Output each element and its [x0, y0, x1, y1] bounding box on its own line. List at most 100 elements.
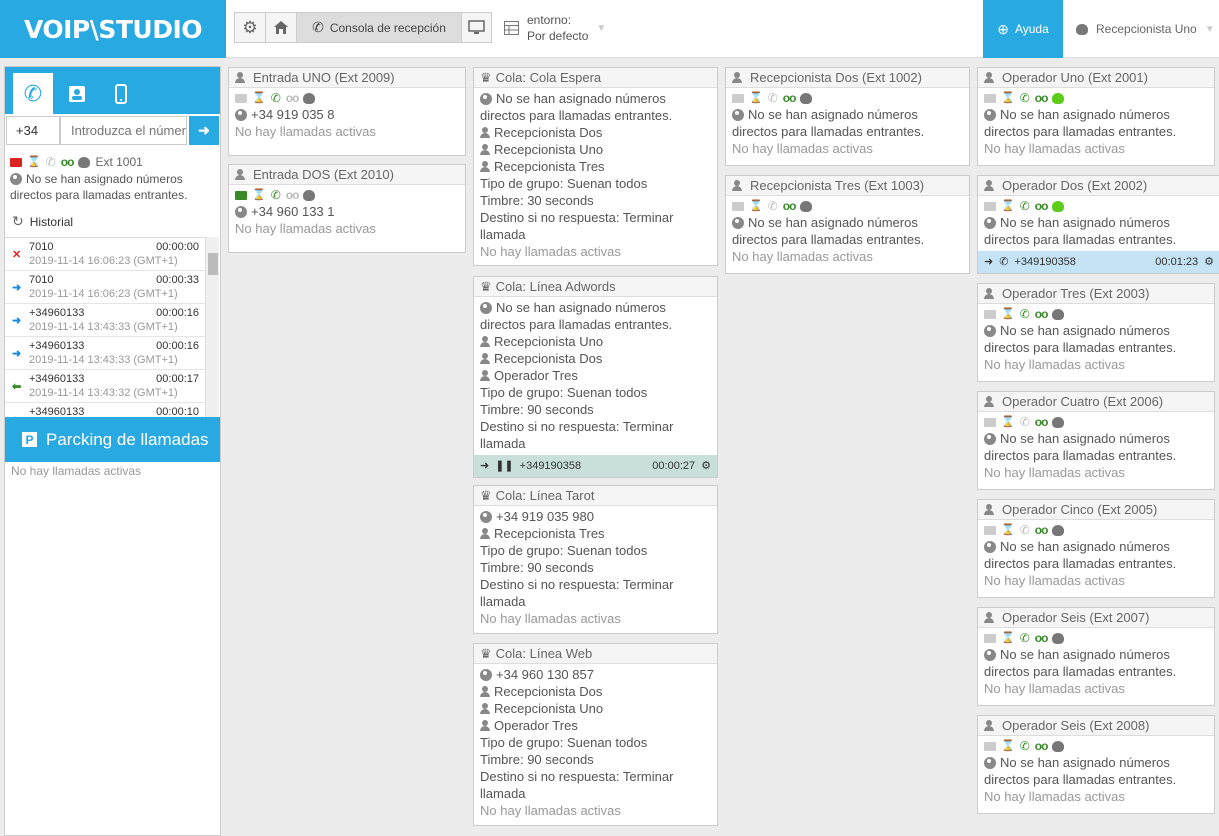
no-numbers-text: No se han asignado números directos para… [732, 215, 925, 247]
hourglass-icon[interactable]: ⌛ [27, 156, 41, 168]
extension-card[interactable]: Operador Uno (Ext 2001) ⌛ ✆ oo No se han a… [977, 67, 1215, 166]
mail-icon[interactable] [984, 741, 996, 751]
ring-time: Timbre: 90 seconds [480, 560, 594, 575]
tab-mobile[interactable] [101, 73, 141, 114]
call-forward-icon[interactable]: ✆ [768, 198, 778, 215]
mail-icon[interactable] [732, 201, 744, 211]
call-forward-icon[interactable]: ✆ [1020, 90, 1030, 107]
extension-card[interactable]: Operador Cuatro (Ext 2006) ⌛ ✆ oo No se ha… [977, 391, 1215, 490]
mail-icon[interactable] [984, 93, 996, 103]
queue-member: Recepcionista Dos [494, 125, 603, 140]
extension-card[interactable]: Entrada UNO (Ext 2009) ⌛ ✆ oo +34 919 035 … [228, 67, 466, 156]
queue-card[interactable]: ♛ Cola: Línea Tarot +34 919 035 980 Recep… [473, 485, 718, 634]
voicemail-icon[interactable]: oo [1035, 630, 1049, 647]
hourglass-icon[interactable]: ⌛ [1001, 308, 1015, 320]
voicemail-icon[interactable]: oo [1035, 738, 1049, 755]
call-forward-icon[interactable]: ✆ [271, 90, 281, 107]
voicemail-icon[interactable]: oo [783, 90, 797, 107]
history-row[interactable]: ⬅ +34960133 00:00:17 2019-11-14 13:43:32 (G… [5, 370, 205, 403]
history-row[interactable]: ➜ 7010 00:00:33 2019-11-14 16:06:23 (GMT+1) [5, 271, 205, 304]
hourglass-icon[interactable]: ⌛ [1001, 632, 1015, 644]
mail-icon[interactable] [235, 93, 247, 103]
settings-button[interactable]: ⚙ [234, 12, 266, 43]
tab-phone[interactable]: ✆ [13, 73, 53, 114]
call-forward-icon[interactable]: ✆ [1020, 738, 1030, 755]
call-forward-icon[interactable]: ✆ [1020, 630, 1030, 647]
hourglass-icon[interactable]: ⌛ [1001, 200, 1015, 212]
voicemail-icon[interactable]: oo [1035, 414, 1049, 431]
mail-icon[interactable] [732, 93, 744, 103]
environment-selector[interactable]: entorno: Por defecto ▼ [504, 12, 606, 44]
history-row[interactable]: ➜ +34960133 00:00:16 2019-11-14 13:43:33 (G… [5, 304, 205, 337]
gear-icon: ⚙ [242, 17, 258, 37]
outgoing-call-icon: ➜ [12, 348, 22, 360]
call-forward-icon[interactable]: ✆ [1020, 306, 1030, 323]
gear-icon[interactable]: ⚙ [1204, 254, 1214, 271]
extension-card[interactable]: Recepcionista Dos (Ext 1002) ⌛ ✆ oo No se … [725, 67, 970, 166]
country-code-select[interactable]: +34 [6, 116, 60, 145]
hourglass-icon[interactable]: ⌛ [1001, 740, 1015, 752]
extension-card[interactable]: Operador Seis (Ext 2008) ⌛ ✆ oo No se han … [977, 715, 1215, 814]
globe-icon [480, 302, 492, 314]
scrollbar-thumb[interactable] [208, 253, 218, 275]
voicemail-icon[interactable]: oo [1035, 522, 1049, 539]
hourglass-icon[interactable]: ⌛ [749, 200, 763, 212]
history-list[interactable]: ✕ 7010 00:00:00 2019-11-14 16:06:23 (GMT+1)… [5, 237, 205, 417]
queue-card[interactable]: ♛ Cola: Línea Adwords No se han asignado … [473, 276, 718, 478]
mail-icon[interactable] [984, 201, 996, 211]
active-call-row[interactable]: ➜ ❚❚ +349190358 00:00:27 ⚙ [474, 455, 717, 477]
extension-card[interactable]: Operador Cinco (Ext 2005) ⌛ ✆ oo No se han… [977, 499, 1215, 598]
history-scrollbar[interactable] [205, 237, 219, 417]
mail-icon[interactable] [235, 190, 247, 200]
home-button[interactable] [265, 12, 297, 43]
mail-icon[interactable] [984, 633, 996, 643]
queue-card[interactable]: ♛ Cola: Cola Espera No se han asignado nú… [473, 67, 718, 266]
mail-icon[interactable] [984, 525, 996, 535]
gear-icon[interactable]: ⚙ [701, 458, 711, 475]
reception-console-tab[interactable]: ✆ Consola de recepción [296, 12, 462, 43]
voicemail-icon[interactable]: oo [1035, 306, 1049, 323]
extension-card[interactable]: Operador Dos (Ext 2002) ⌛ ✆ oo No se han a… [977, 175, 1219, 274]
voicemail-icon[interactable]: oo [286, 187, 300, 204]
hourglass-icon[interactable]: ⌛ [252, 189, 266, 201]
voicemail-icon[interactable]: oo [1035, 90, 1049, 107]
chevron-down-icon: ▼ [596, 22, 607, 34]
status-icon [1052, 416, 1065, 428]
voicemail-icon[interactable]: oo [783, 198, 797, 215]
active-call-row[interactable]: ➜ ✆ +349190358 00:01:23 ⚙ [978, 251, 1219, 273]
call-forward-icon[interactable]: ✆ [1020, 414, 1030, 431]
history-header[interactable]: ↻ Historial [12, 213, 73, 230]
call-forward-icon[interactable]: ✆ [768, 90, 778, 107]
call-forward-icon[interactable]: ✆ [46, 155, 56, 169]
voicemail-icon[interactable]: oo [1035, 198, 1049, 215]
hourglass-icon[interactable]: ⌛ [1001, 524, 1015, 536]
call-forward-icon[interactable]: ✆ [1020, 522, 1030, 539]
extension-card[interactable]: Operador Seis (Ext 2007) ⌛ ✆ oo No se han … [977, 607, 1215, 706]
hourglass-icon[interactable]: ⌛ [749, 92, 763, 104]
voicemail-icon[interactable]: oo [61, 155, 75, 169]
voicemail-envelope-icon[interactable] [10, 157, 22, 167]
hourglass-icon[interactable]: ⌛ [1001, 92, 1015, 104]
hourglass-icon[interactable]: ⌛ [252, 92, 266, 104]
help-button[interactable]: ⊕ Ayuda [983, 0, 1063, 58]
user-menu[interactable]: Recepcionista Uno ▼ [1076, 0, 1215, 58]
queue-card[interactable]: ♛ Cola: Línea Web +34 960 130 857 Recepci… [473, 643, 718, 826]
status-icon[interactable] [78, 156, 91, 168]
parking-header: P Parcking de llamadas [5, 417, 220, 462]
voicemail-icon[interactable]: oo [286, 90, 300, 107]
history-row[interactable]: ✕ 7010 00:00:00 2019-11-14 16:06:23 (GMT+1) [5, 238, 205, 271]
history-row[interactable]: ⬅+3496013300:00:10 [5, 403, 205, 417]
mail-icon[interactable] [984, 417, 996, 427]
hourglass-icon[interactable]: ⌛ [1001, 416, 1015, 428]
dial-input[interactable] [60, 116, 187, 145]
history-row[interactable]: ➜ +34960133 00:00:16 2019-11-14 13:43:33 (G… [5, 337, 205, 370]
tab-contacts[interactable] [57, 73, 97, 114]
screen-button[interactable] [461, 12, 492, 43]
extension-card[interactable]: Entrada DOS (Ext 2010) ⌛ ✆ oo +34 960 133 … [228, 164, 466, 253]
call-forward-icon[interactable]: ✆ [271, 187, 281, 204]
call-forward-icon[interactable]: ✆ [1020, 198, 1030, 215]
extension-card[interactable]: Recepcionista Tres (Ext 1003) ⌛ ✆ oo No se… [725, 175, 970, 274]
extension-card[interactable]: Operador Tres (Ext 2003) ⌛ ✆ oo No se han … [977, 283, 1215, 382]
mail-icon[interactable] [984, 309, 996, 319]
dial-button[interactable]: ➜ [189, 116, 219, 145]
